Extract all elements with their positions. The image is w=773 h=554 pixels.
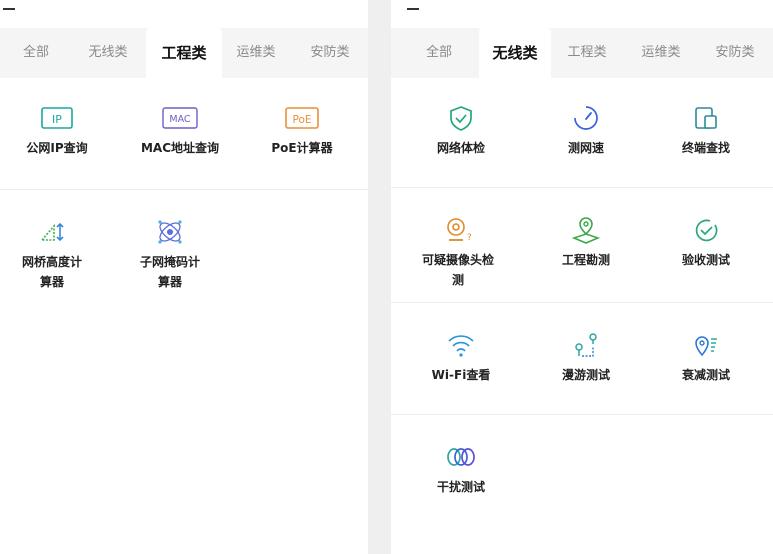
tool-mac-lookup[interactable]: MAC MAC地址查询 [130,104,230,158]
tool-label: 可疑摄像头检测 [421,253,494,287]
tab-all[interactable]: 全部 [16,28,56,78]
poe-icon: PoE [285,107,319,129]
tab-security[interactable]: 安防类 [306,28,354,78]
tools-grid: IP 公网IP查询 MAC MAC地址查询 PoE PoE计算器 网桥高度计算器… [0,78,368,310]
svg-text:?: ? [467,233,472,243]
tools-row: 网桥高度计算器 子网掩码计算器 [0,190,368,310]
shield-check-icon [450,106,472,131]
attenuation-icon [695,336,717,357]
tool-device-finder[interactable]: 终端查找 [661,104,751,158]
tool-roaming-test[interactable]: 漫游测试 [546,331,626,385]
tool-network-checkup[interactable]: 网络体检 [421,104,501,158]
roaming-icon [575,333,597,357]
tool-label: 终端查找 [681,141,730,155]
tab-operations[interactable]: 运维类 [232,28,280,78]
speedometer-icon [574,106,598,130]
tools-grid: 网络体检 测网速 终端查找 ? 可疑摄像头检测 工程勘测 验收测试 Wi-Fi查… [391,78,773,535]
svg-text:MAC: MAC [169,114,191,125]
mac-icon: MAC [162,107,198,129]
tool-label: 网络体检 [436,141,485,155]
category-tabs: 全部 无线类 工程类 运维类 安防类 [391,28,773,78]
tool-label: 测网速 [567,141,604,155]
wifi-icon [448,335,474,357]
tool-public-ip[interactable]: IP 公网IP查询 [12,104,102,158]
tools-row: 干扰测试 [391,415,773,535]
tab-security[interactable]: 安防类 [711,28,759,78]
camera-suspect-icon: ? [447,218,472,243]
tools-panel-left: 全部 无线类 工程类 运维类 安防类 IP 公网IP查询 MAC MAC地址查询 [0,0,368,554]
tool-site-survey[interactable]: 工程勘测 [546,216,626,270]
tab-engineering[interactable]: 工程类 [146,28,222,78]
tab-all[interactable]: 全部 [419,28,459,78]
tab-operations[interactable]: 运维类 [637,28,685,78]
tool-wifi-view[interactable]: Wi-Fi查看 [421,331,501,385]
interference-icon [447,448,475,466]
tools-panel-right: 全部 无线类 工程类 运维类 安防类 网络体检 测网速 终端查找 ? 可疑摄像头… [391,0,773,554]
ip-icon: IP [41,107,73,129]
bridge-height-icon [40,222,64,242]
tool-label: 网桥高度计算器 [21,255,82,289]
tool-label: 漫游测试 [561,368,610,382]
tool-acceptance-test[interactable]: 验收测试 [663,216,749,270]
subnet-mask-icon [158,220,182,244]
device-search-icon [695,107,717,129]
map-pin-icon [571,217,601,244]
tab-wireless[interactable]: 无线类 [479,28,551,78]
tool-subnet-mask[interactable]: 子网掩码计算器 [130,218,210,292]
tool-interference-test[interactable]: 干扰测试 [421,443,501,497]
tools-row: ? 可疑摄像头检测 工程勘测 验收测试 [391,188,773,303]
tool-label: 干扰测试 [436,480,485,494]
svg-text:IP: IP [52,113,62,126]
category-tabs: 全部 无线类 工程类 运维类 安防类 [0,28,368,78]
tools-row: 网络体检 测网速 终端查找 [391,78,773,188]
tools-row: IP 公网IP查询 MAC MAC地址查询 PoE PoE计算器 [0,78,368,190]
tool-suspicious-camera[interactable]: ? 可疑摄像头检测 [413,216,503,290]
tool-bridge-height[interactable]: 网桥高度计算器 [12,218,92,292]
menu-dash-icon[interactable] [3,8,15,10]
check-circle-icon [695,219,718,242]
svg-text:PoE: PoE [292,114,311,126]
tools-row: Wi-Fi查看 漫游测试 衰减测试 [391,303,773,415]
tab-engineering[interactable]: 工程类 [563,28,611,78]
tool-speed-test[interactable]: 测网速 [546,104,626,158]
tool-label: 工程勘测 [561,253,610,267]
tool-label: 公网IP查询 [26,141,88,155]
tool-label: MAC地址查询 [140,141,220,155]
tab-wireless[interactable]: 无线类 [84,28,132,78]
tool-label: PoE计算器 [271,141,333,155]
tool-attenuation-test[interactable]: 衰减测试 [663,331,749,385]
tool-label: 子网掩码计算器 [139,255,200,289]
tool-label: 验收测试 [681,253,730,267]
tool-label: Wi-Fi查看 [431,368,491,382]
menu-dash-icon[interactable] [407,8,419,10]
tool-poe-calculator[interactable]: PoE PoE计算器 [252,104,352,158]
tool-label: 衰减测试 [681,368,730,382]
